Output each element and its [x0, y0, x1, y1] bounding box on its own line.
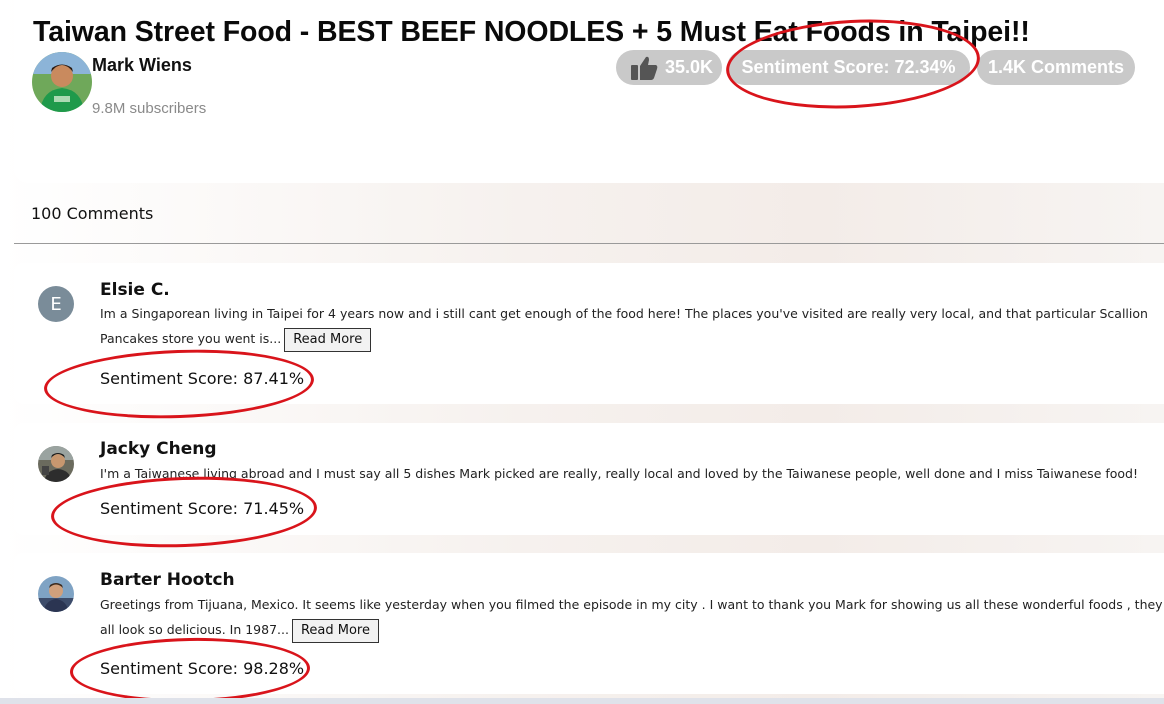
comment-card: Barter Hootch Greetings from Tijuana, Me…: [14, 553, 1164, 694]
comment-sentiment: Sentiment Score: 71.45%: [100, 499, 305, 518]
channel-avatar[interactable]: [32, 52, 92, 112]
comment-text: Greetings from Tijuana, Mexico. It seems…: [100, 592, 1164, 643]
comment-body: Greetings from Tijuana, Mexico. It seems…: [100, 597, 1163, 637]
comments-header: 100 Comments: [31, 204, 154, 223]
comment-sentiment: Sentiment Score: 87.41%: [100, 369, 305, 388]
divider: [14, 243, 1164, 244]
subscriber-count: 9.8M subscribers: [92, 100, 207, 117]
likes-count: 35.0K: [664, 57, 714, 77]
sentiment-badge: Sentiment Score: 72.34%: [727, 50, 970, 85]
comment-text: I'm a Taiwanese living abroad and I must…: [100, 466, 1138, 481]
avatar: [38, 576, 74, 612]
read-more-button[interactable]: Read More: [291, 618, 379, 643]
app-page: Taiwan Street Food - BEST BEEF NOODLES +…: [0, 0, 1164, 704]
comment-text: Im a Singaporean living in Taipei for 4 …: [100, 301, 1164, 352]
comment-author: Barter Hootch: [100, 570, 235, 590]
comment-author: Jacky Cheng: [100, 439, 217, 459]
comment-card: Jacky Cheng I'm a Taiwanese living abroa…: [14, 423, 1164, 535]
channel-name[interactable]: Mark Wiens: [92, 55, 192, 76]
read-more-button[interactable]: Read More: [284, 327, 372, 352]
bottom-edge: [0, 698, 1164, 704]
comment-author: Elsie C.: [100, 280, 170, 300]
avatar: [38, 446, 74, 482]
likes-badge[interactable]: 35.0K: [616, 50, 722, 85]
comment-body: Im a Singaporean living in Taipei for 4 …: [100, 306, 1148, 346]
video-title: Taiwan Street Food - BEST BEEF NOODLES +…: [33, 16, 1030, 48]
comment-card: E Elsie C. Im a Singaporean living in Ta…: [14, 263, 1164, 404]
comments-count-badge[interactable]: 1.4K Comments: [977, 50, 1135, 85]
avatar: E: [38, 286, 74, 322]
thumbs-up-icon: [630, 56, 658, 80]
comment-sentiment: Sentiment Score: 98.28%: [100, 659, 305, 678]
